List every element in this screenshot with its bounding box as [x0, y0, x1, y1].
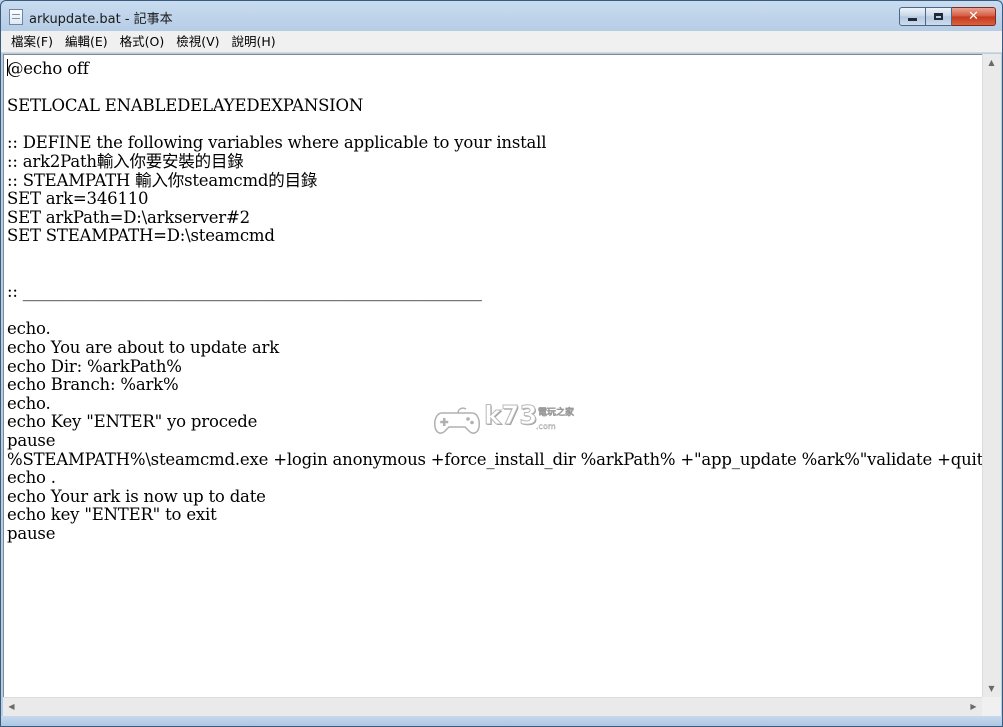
window-title: arkupdate.bat - 記事本 — [29, 12, 173, 27]
window-bottom-frame — [1, 716, 1002, 726]
text-line: echo . — [7, 468, 56, 488]
chevron-up-icon[interactable]: ▲ — [983, 54, 1000, 71]
text-line: echo You are about to update ark — [7, 338, 280, 357]
gamepad-icon — [434, 407, 480, 434]
menu-help[interactable]: 說明(H) — [226, 32, 282, 52]
text-line: :: DEFINE the following variables where … — [7, 133, 547, 153]
horizontal-scrollbar[interactable]: ◀ ▶ — [3, 697, 982, 716]
text-line: :: STEAMPATH 輸入你steamcmd的目錄 — [7, 170, 318, 190]
text-line: echo Your ark is now up to date — [7, 486, 266, 506]
minimize-button[interactable] — [899, 7, 926, 26]
notepad-icon[interactable] — [9, 9, 23, 25]
text-line: :: ark2Path輸入你要安裝的目錄 — [7, 152, 244, 171]
maximize-icon — [934, 13, 943, 20]
watermark-domain: .com — [536, 422, 556, 431]
chevron-left-icon[interactable]: ◀ — [3, 698, 20, 715]
close-icon: ✕ — [968, 9, 979, 24]
text-line: echo Branch: %ark% — [7, 375, 179, 395]
text-line: echo Key "ENTER" yo procede — [7, 412, 258, 432]
text-line: echo. — [7, 393, 51, 413]
maximize-button[interactable] — [926, 7, 952, 26]
text-line: @echo off — [7, 59, 89, 78]
text-line: %STEAMPATH%\steamcmd.exe +login anonymou… — [7, 449, 982, 469]
menu-file[interactable]: 檔案(F) — [5, 32, 59, 52]
minimize-icon — [908, 18, 917, 21]
text-line: SETLOCAL ENABLEDELAYEDEXPANSION — [7, 96, 364, 116]
chevron-down-icon[interactable]: ▼ — [983, 680, 1000, 697]
caption-buttons: ✕ — [899, 7, 996, 26]
size-grip[interactable] — [982, 697, 1001, 716]
watermark-brand: k73 — [483, 401, 538, 432]
text-line: SET STEAMPATH=D:\steamcmd — [7, 226, 275, 246]
text-line: SET ark=346110 — [7, 189, 149, 209]
menu-format[interactable]: 格式(O) — [114, 32, 171, 52]
chevron-right-icon[interactable]: ▶ — [965, 698, 982, 715]
text-line: echo key "ENTER" to exit — [7, 505, 217, 525]
notepad-window: arkupdate.bat - 記事本 ✕ 檔案(F) 編輯(E) 格式(O) … — [0, 0, 1003, 727]
menu-view[interactable]: 檢視(V) — [170, 32, 225, 52]
vertical-scrollbar[interactable]: ▲ ▼ — [982, 54, 1001, 697]
text-editor-area[interactable]: k73 電玩之家 .com @echo off SETLOCAL ENABLEDE… — [3, 54, 982, 697]
text-line: echo Dir: %arkPath% — [7, 356, 182, 376]
text-line: :: _____________________________________… — [7, 282, 482, 302]
site-watermark: k73 電玩之家 .com — [432, 401, 592, 441]
text-line: SET arkPath=D:\arkserver#2 — [7, 207, 250, 227]
menu-edit[interactable]: 編輯(E) — [59, 32, 114, 52]
menu-bar: 檔案(F) 編輯(E) 格式(O) 檢視(V) 說明(H) — [1, 31, 1002, 53]
text-line: echo. — [7, 319, 51, 339]
text-line: pause — [7, 524, 56, 543]
watermark-tagline: 電玩之家 — [538, 408, 575, 418]
title-bar[interactable]: arkupdate.bat - 記事本 ✕ — [1, 1, 1002, 31]
close-button[interactable]: ✕ — [952, 7, 996, 26]
text-line: pause — [7, 431, 56, 450]
